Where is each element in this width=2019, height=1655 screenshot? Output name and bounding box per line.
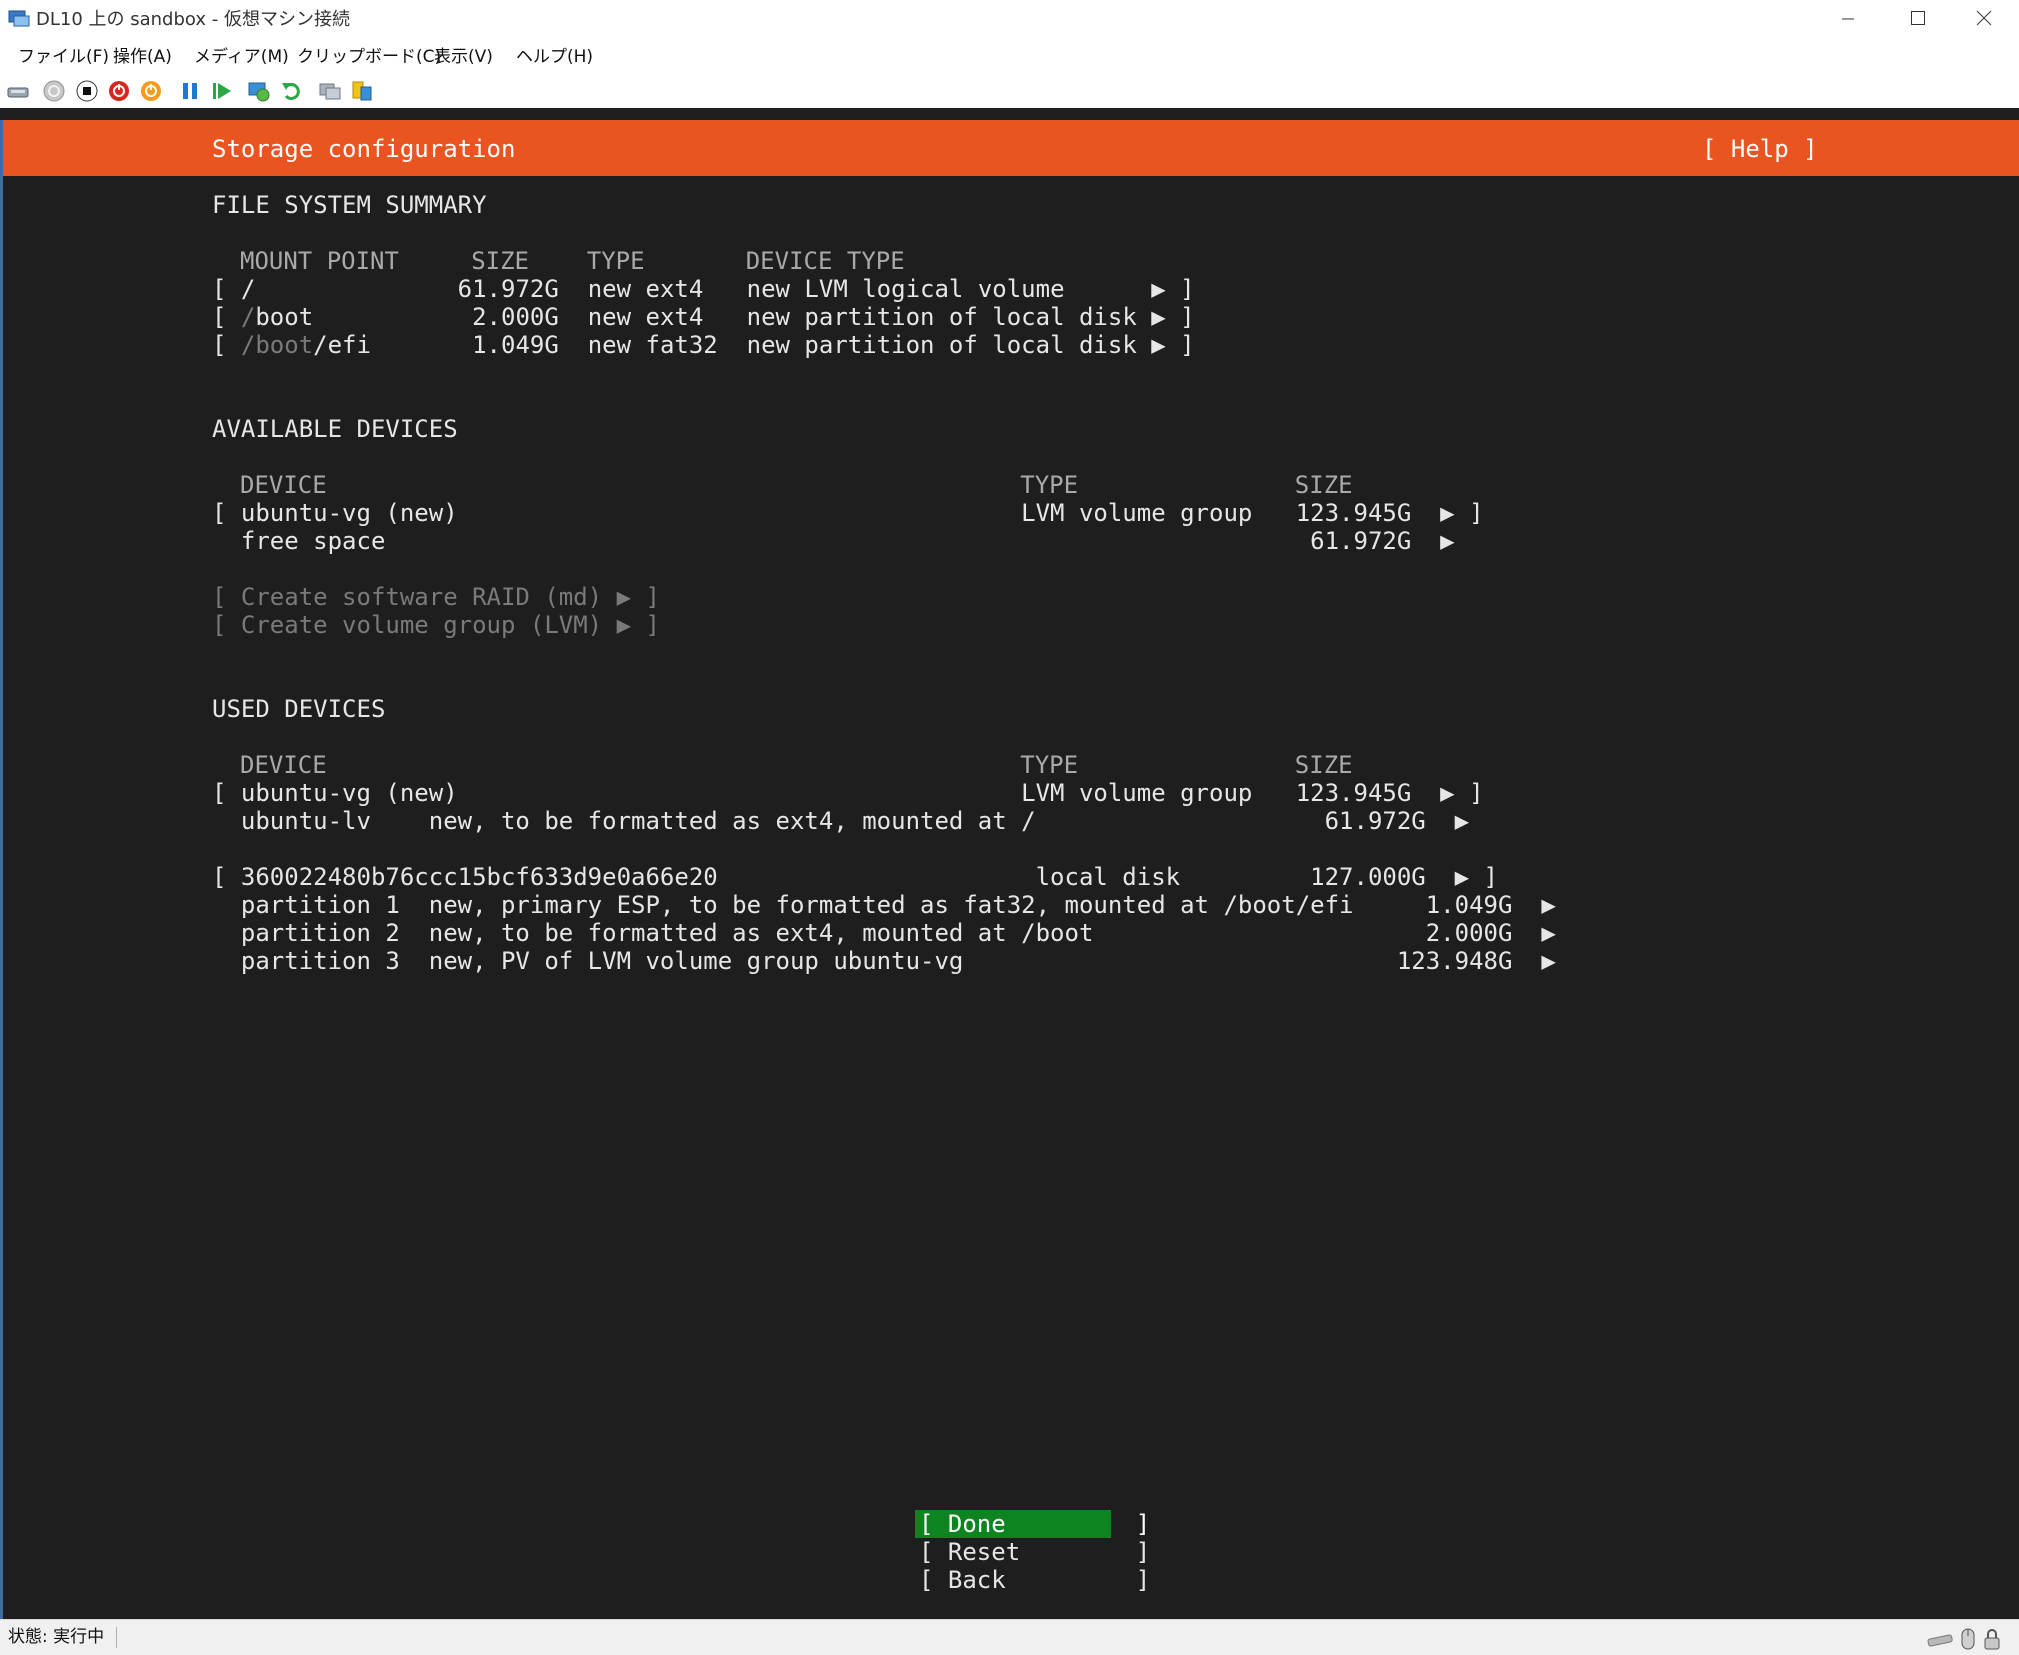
close-button[interactable] [1949, 0, 2019, 40]
menu-bar: ファイル(F) 操作(A) メディア(M) クリップボード(C) 表示(V) ヘ… [0, 40, 2019, 74]
status-bar: 状態: 実行中 [0, 1619, 2019, 1655]
lock-icon [1983, 1628, 2001, 1654]
menu-action[interactable]: 操作(A) [105, 40, 180, 74]
revert-icon[interactable] [280, 79, 304, 103]
minimize-button[interactable] [1813, 0, 1883, 40]
used-columns: DEVICE TYPE SIZE [240, 751, 1353, 779]
available-devices-heading: AVAILABLE DEVICES [212, 415, 458, 443]
back-button[interactable]: [ Back ] [919, 1566, 1150, 1594]
menu-view[interactable]: 表示(V) [426, 40, 501, 74]
fs-row-details: 61.972G new ext4 new LVM logical volume … [255, 275, 1195, 303]
create-vg-button: [ Create volume group (LVM) ▶ ] [212, 611, 660, 639]
mouse-icon [1960, 1628, 1976, 1654]
used-row-partition-2[interactable]: partition 2 new, to be formatted as ext4… [212, 919, 1556, 947]
shutdown-icon[interactable] [107, 79, 131, 103]
available-row-ubuntu-vg[interactable]: [ ubuntu-vg (new) LVM volume group 123.9… [212, 499, 1484, 527]
checkpoint-icon[interactable] [247, 79, 271, 103]
enhanced-session-icon[interactable] [318, 79, 342, 103]
vm-display-top-border [0, 108, 2019, 120]
mount-point: / [240, 275, 256, 303]
window-title: DL10 上の sandbox - 仮想マシン接続 [36, 9, 350, 30]
fs-row-root[interactable]: [ / 61.972G new ext4 new LVM logical vol… [212, 275, 1195, 303]
fs-summary-columns: MOUNT POINT SIZE TYPE DEVICE TYPE [240, 247, 905, 275]
create-raid-button: [ Create software RAID (md) ▶ ] [212, 583, 660, 611]
row-bracket: [ [212, 275, 241, 303]
page-title: Storage configuration [212, 135, 516, 163]
used-row-partition-1[interactable]: partition 1 new, primary ESP, to be form… [212, 891, 1556, 919]
help-button[interactable]: [ Help ] [1702, 135, 1818, 163]
done-button-label[interactable]: [ Done ] [919, 1510, 1150, 1538]
save-icon[interactable] [139, 79, 163, 103]
mount-point: /efi [313, 331, 371, 359]
vm-status: 状態: 実行中 [8, 1627, 105, 1647]
maximize-icon [1910, 10, 1926, 30]
turn-off-icon[interactable] [75, 79, 99, 103]
available-columns: DEVICE TYPE SIZE [240, 471, 1353, 499]
keyboard-icon [1927, 1628, 1953, 1652]
row-bracket: [ [212, 331, 241, 359]
window-titlebar: DL10 上の sandbox - 仮想マシン接続 [0, 0, 2019, 41]
share-icon[interactable] [350, 79, 374, 103]
fs-summary-heading: FILE SYSTEM SUMMARY [212, 191, 487, 219]
mount-prefix: /boot [240, 331, 314, 359]
minimize-icon [1841, 11, 1855, 30]
fs-row-details: 1.049G new fat32 new partition of local … [370, 331, 1195, 359]
fs-row-efi[interactable]: [ /boot/efi 1.049G new fat32 new partiti… [212, 331, 1195, 359]
vm-connect-icon [8, 9, 30, 29]
maximize-button[interactable] [1883, 0, 1953, 40]
reset-button[interactable]: [ Reset ] [919, 1538, 1150, 1566]
used-row-partition-3[interactable]: partition 3 new, PV of LVM volume group … [212, 947, 1556, 975]
mount-point: boot [255, 303, 314, 331]
used-row-ubuntu-vg[interactable]: [ ubuntu-vg (new) LVM volume group 123.9… [212, 779, 1484, 807]
menu-media[interactable]: メディア(M) [186, 40, 297, 74]
used-row-local-disk[interactable]: [ 360022480b76ccc15bcf633d9e0a66e20 loca… [212, 863, 1498, 891]
start-icon[interactable] [42, 79, 66, 103]
available-row-free-space[interactable]: free space 61.972G ▶ [212, 527, 1455, 555]
pause-icon[interactable] [178, 79, 202, 103]
close-icon [1976, 10, 1992, 30]
menu-help[interactable]: ヘルプ(H) [508, 40, 601, 74]
fs-row-boot[interactable]: [ /boot 2.000G new ext4 new partition of… [212, 303, 1195, 331]
ctrl-alt-del-icon[interactable] [6, 79, 30, 103]
row-bracket: [ [212, 303, 241, 331]
menu-file[interactable]: ファイル(F) [10, 40, 117, 74]
resume-icon[interactable] [210, 79, 234, 103]
vm-display[interactable]: Storage configuration [ Help ] FILE SYST… [0, 120, 2019, 1619]
toolbar [0, 74, 2019, 108]
fs-row-details: 2.000G new ext4 new partition of local d… [313, 303, 1195, 331]
status-divider [116, 1627, 117, 1648]
used-devices-heading: USED DEVICES [212, 695, 386, 723]
mount-prefix: / [240, 303, 256, 331]
used-row-ubuntu-lv[interactable]: ubuntu-lv new, to be formatted as ext4, … [212, 807, 1469, 835]
